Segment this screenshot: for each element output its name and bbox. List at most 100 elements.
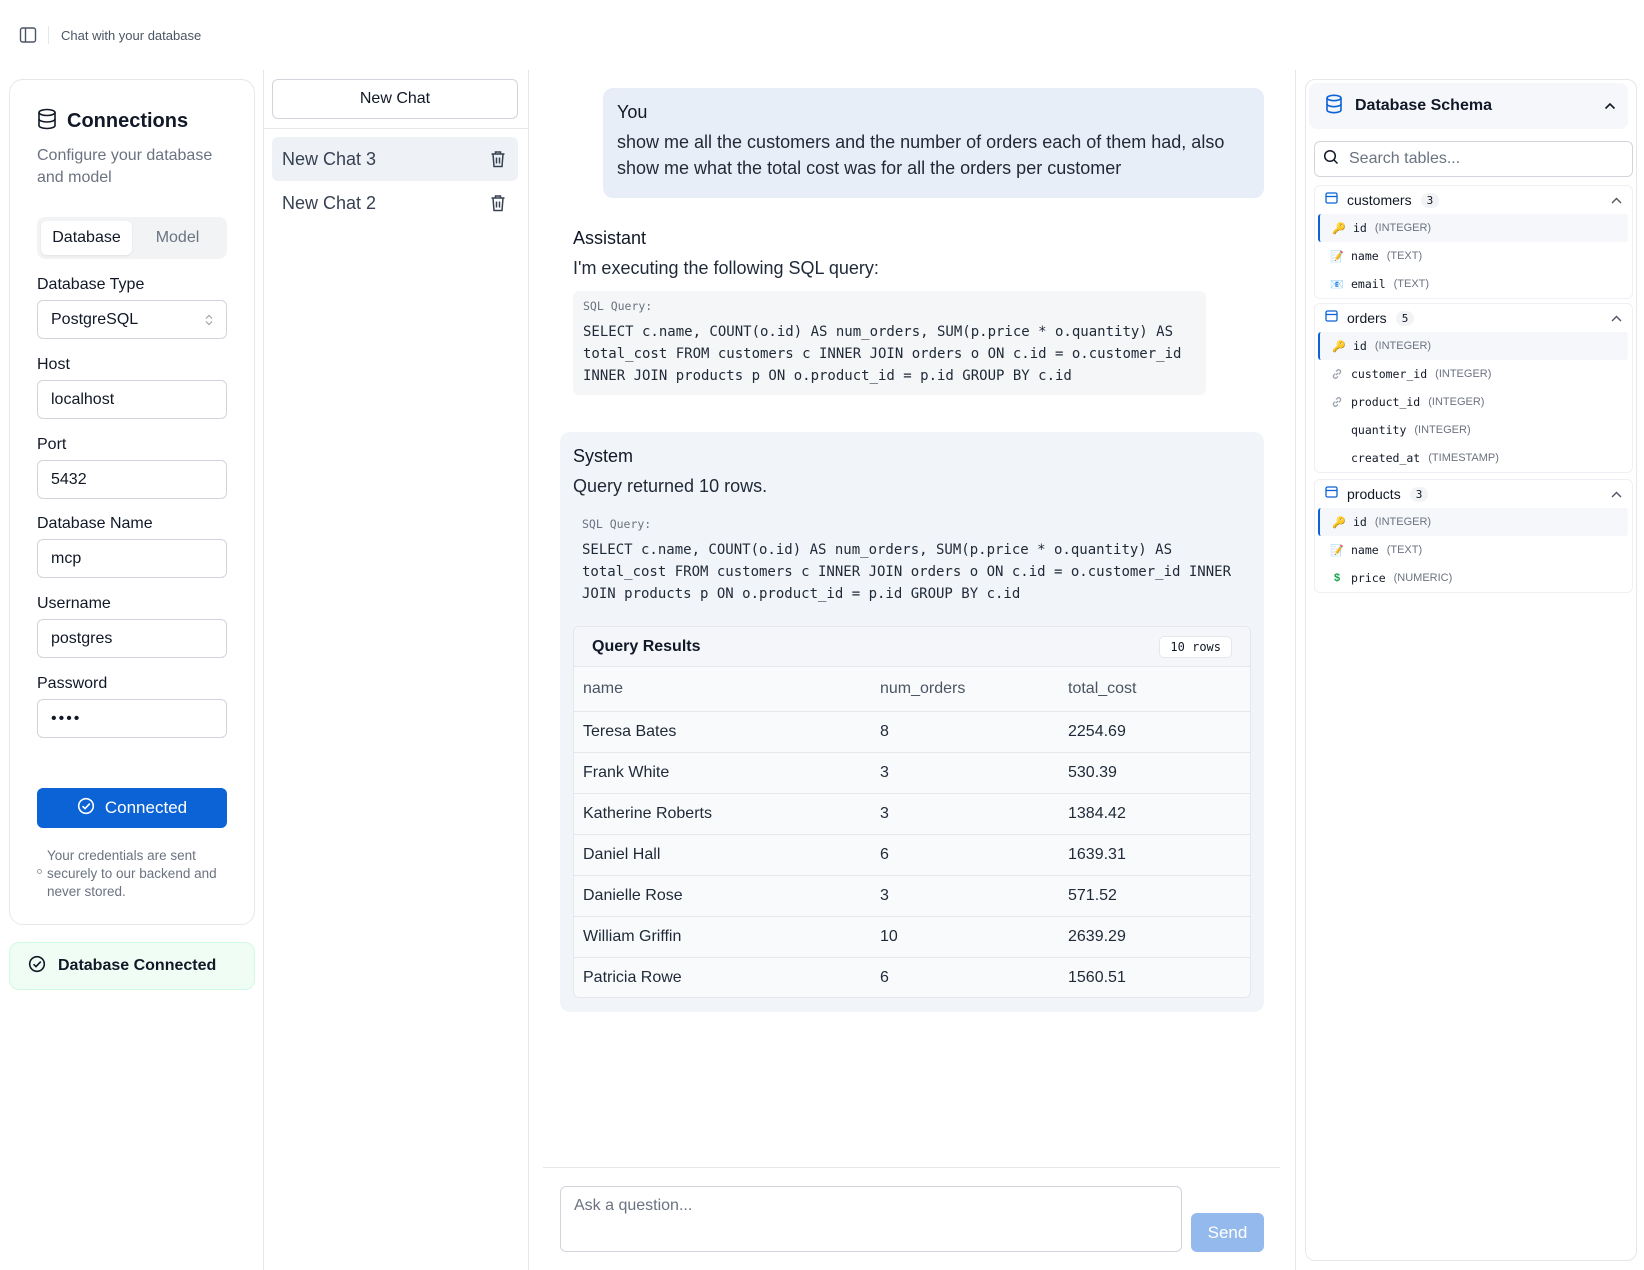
database-name-input[interactable]: mcp <box>37 539 227 578</box>
database-type-label: Database Type <box>37 276 145 293</box>
connections-header: Connections <box>37 108 227 135</box>
table-name: orders <box>1347 310 1387 326</box>
username-input[interactable]: postgres <box>37 619 227 658</box>
message-body: I'm executing the following SQL query: <box>573 258 879 278</box>
schema-column: customer_id (INTEGER) <box>1318 360 1628 388</box>
schema-table-header[interactable]: products 3 <box>1315 480 1632 508</box>
host-label: Host <box>37 356 70 373</box>
table-cell: 3 <box>871 793 1059 835</box>
database-status-banner: Database Connected <box>9 942 255 990</box>
text-icon: 📝 <box>1330 544 1344 557</box>
port-label: Port <box>37 436 67 453</box>
table-row: William Griffin 10 2639.29 <box>574 916 1250 958</box>
column-name: quantity <box>1351 423 1407 437</box>
chat-list-item[interactable]: New Chat 3 <box>272 137 518 181</box>
table-header-row: name num_orders total_cost <box>574 667 1250 712</box>
sql-query: SELECT c.name, COUNT(o.id) AS num_orders… <box>583 324 1182 384</box>
column-type: (INTEGER) <box>1374 340 1432 352</box>
table-cell: Daniel Hall <box>574 834 871 876</box>
chevron-up-icon[interactable] <box>1611 491 1622 498</box>
divider <box>1295 70 1296 1270</box>
connect-button[interactable]: Connected <box>37 788 227 828</box>
trash-icon[interactable] <box>490 194 506 212</box>
port-input[interactable]: 5432 <box>37 460 227 499</box>
database-type-select[interactable]: PostgreSQL <box>37 300 227 339</box>
sql-code-block: SQL Query: SELECT c.name, COUNT(o.id) AS… <box>573 509 1251 613</box>
tab-database[interactable]: Database <box>41 221 132 255</box>
chevron-up-icon[interactable] <box>1604 102 1616 110</box>
sidebar-toggle-icon[interactable] <box>18 25 38 45</box>
chevron-up-icon[interactable] <box>1611 197 1622 204</box>
column-name: id <box>1353 221 1367 235</box>
table-cell: 1384.42 <box>1059 793 1250 835</box>
table-row: Daniel Hall 6 1639.31 <box>574 834 1250 876</box>
link-icon <box>1331 396 1343 408</box>
column-name: customer_id <box>1351 367 1428 381</box>
column-header: num_orders <box>871 667 1059 712</box>
table-cell: 1560.51 <box>1068 968 1126 986</box>
table-row: Teresa Bates 8 2254.69 <box>574 711 1250 753</box>
schema-search-input[interactable]: Search tables... <box>1314 141 1633 177</box>
password-input[interactable]: •••• <box>37 699 227 738</box>
table-cell: Frank White <box>574 752 871 794</box>
column-header: total_cost <box>1059 667 1250 712</box>
key-icon: 🔑 <box>1332 340 1346 353</box>
check-circle-icon <box>77 797 95 820</box>
column-type: (INTEGER) <box>1374 222 1432 234</box>
schema-column: 📝 name (TEXT) <box>1318 536 1628 564</box>
send-button[interactable]: Send <box>1191 1213 1264 1252</box>
host-input[interactable]: localhost <box>37 380 227 419</box>
schema-column: $ price (NUMERIC) <box>1318 564 1628 592</box>
password-label: Password <box>37 675 108 692</box>
username-field: Username postgres <box>37 595 227 658</box>
schema-column: 🔑 id (INTEGER) <box>1318 214 1628 242</box>
schema-column: 📝 name (TEXT) <box>1318 242 1628 270</box>
chevron-up-icon[interactable] <box>1611 315 1622 322</box>
question-input[interactable]: Ask a question... <box>560 1186 1182 1252</box>
results-table: name num_orders total_cost Teresa Bates 8… <box>574 667 1250 997</box>
assistant-message: Assistant I'm executing the following SQ… <box>573 228 1223 395</box>
schema-column: 🔑 id (INTEGER) <box>1318 508 1628 536</box>
column-type: (INTEGER) <box>1374 516 1432 528</box>
host-field: Host localhost <box>37 356 227 419</box>
column-type: (INTEGER) <box>1435 368 1492 380</box>
username-value: postgres <box>51 629 113 647</box>
tab-model[interactable]: Model <box>132 221 223 255</box>
column-type: (NUMERIC) <box>1393 572 1453 584</box>
schema-table-header[interactable]: orders 5 <box>1315 304 1632 332</box>
results-title: Query Results <box>592 637 701 655</box>
table-cell: 8 <box>871 711 1059 753</box>
connections-panel: Connections Configure your database and … <box>9 79 255 925</box>
table-cell: 2639.29 <box>1059 916 1250 958</box>
table-name: products <box>1347 486 1401 502</box>
search-icon <box>1323 149 1339 170</box>
database-type-value: PostgreSQL <box>51 310 139 328</box>
new-chat-button[interactable]: New Chat <box>272 79 518 119</box>
table-cell: 2254.69 <box>1059 711 1250 753</box>
database-status-text: Database Connected <box>58 957 217 974</box>
table-row: Patricia Rowe 6 1560.51 <box>574 957 1250 997</box>
schema-column: created_at (TIMESTAMP) <box>1318 444 1628 472</box>
key-icon: 🔑 <box>1332 222 1346 235</box>
schema-column: 📧 email (TEXT) <box>1318 270 1628 298</box>
table-cell: Patricia Rowe <box>583 968 682 986</box>
chat-title: New Chat 3 <box>282 148 377 169</box>
schema-header[interactable]: Database Schema <box>1309 83 1628 129</box>
message-author: You <box>617 102 648 122</box>
schema-table-header[interactable]: customers 3 <box>1315 186 1632 214</box>
table-icon <box>1325 309 1338 327</box>
divider <box>263 70 264 1270</box>
connect-button-label: Connected <box>104 798 188 817</box>
top-bar: Chat with your database <box>0 0 1644 70</box>
table-row: Katherine Roberts 3 1384.42 <box>574 793 1250 835</box>
schema-column: quantity (INTEGER) <box>1318 416 1628 444</box>
trash-icon[interactable] <box>490 150 506 168</box>
chat-list-item[interactable]: New Chat 2 <box>272 181 518 225</box>
row-count-badge: 10 rows <box>1159 635 1232 658</box>
column-type: (TEXT) <box>1386 544 1423 556</box>
port-value: 5432 <box>51 470 87 488</box>
table-row: Danielle Rose 3 571.52 <box>574 875 1250 917</box>
table-row: Frank White 3 530.39 <box>574 752 1250 794</box>
key-icon: 🔑 <box>1332 516 1346 529</box>
column-name: product_id <box>1351 395 1421 409</box>
